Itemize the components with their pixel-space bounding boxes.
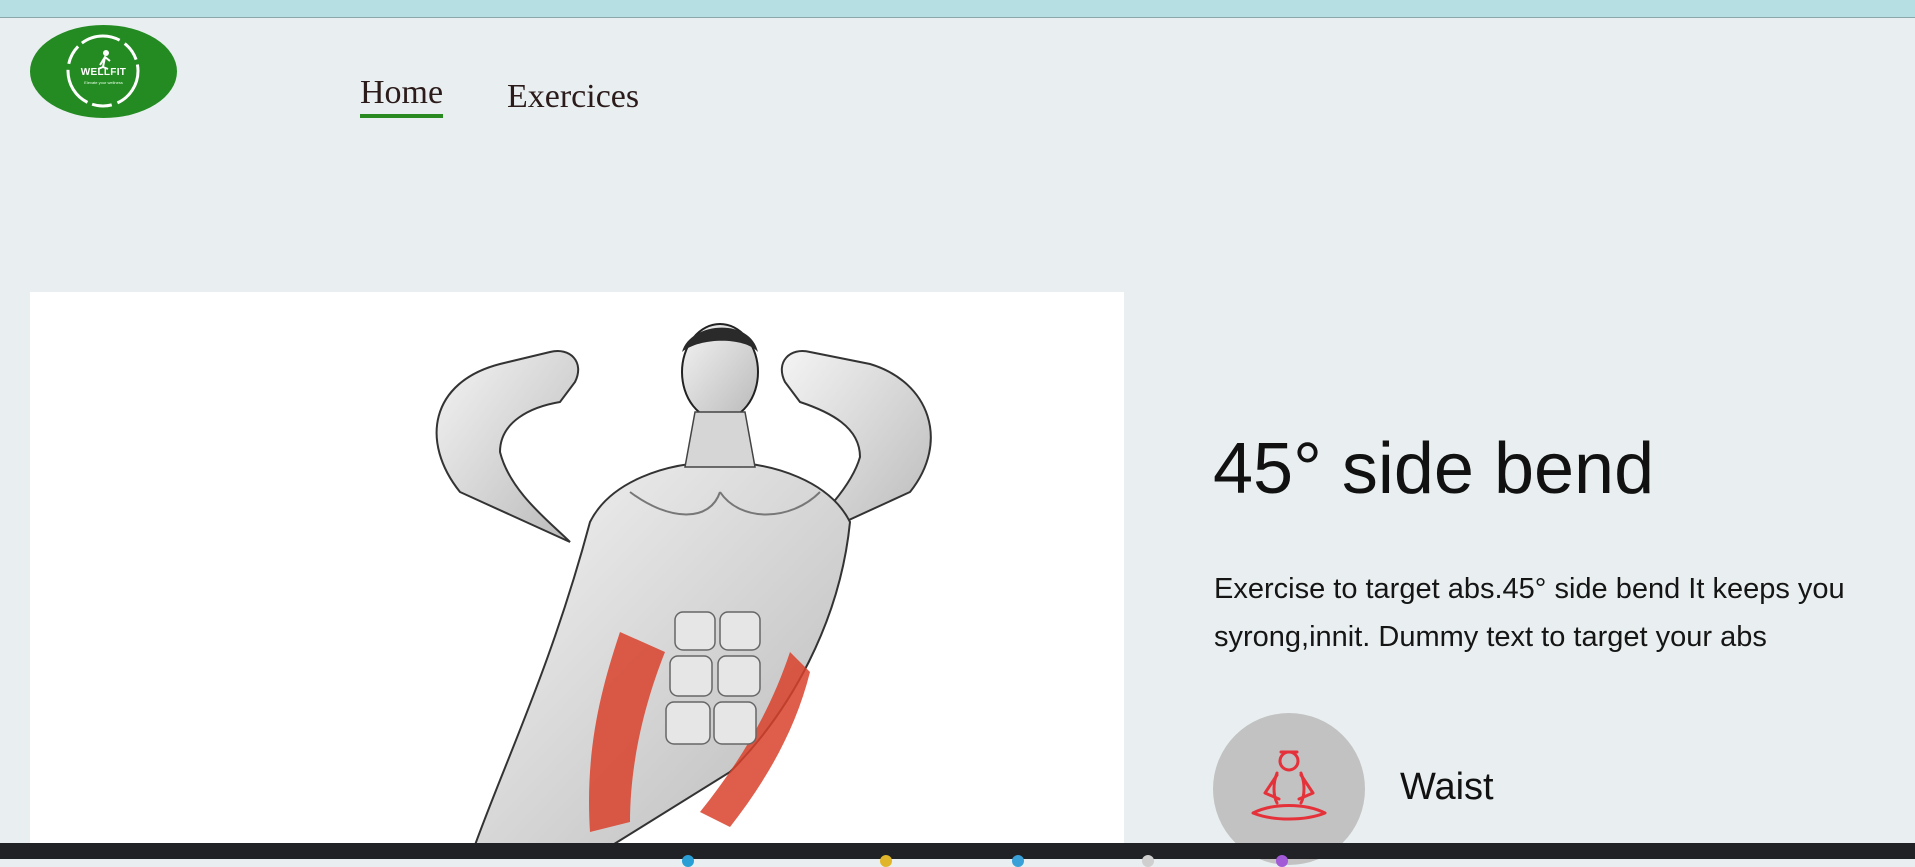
exercise-description: Exercise to target abs.45° side bend It … (1214, 573, 1845, 653)
browser-top-bar (0, 0, 1915, 18)
logo-name: WELLFIT (80, 67, 127, 78)
taskbar-app-icon[interactable] (1142, 855, 1154, 867)
taskbar-app-icon[interactable] (682, 855, 694, 867)
nav-link-home[interactable]: Home (360, 74, 444, 118)
target-muscle-label: Waist (1400, 766, 1494, 808)
exercise-image (30, 292, 1124, 859)
meditation-pose-icon (1251, 750, 1327, 821)
nav-link-exercises[interactable]: Exercices (507, 78, 639, 116)
taskbar-app-icon[interactable] (880, 855, 892, 867)
os-taskbar (0, 843, 1915, 867)
anatomy-figure-illustration (435, 323, 932, 859)
taskbar-app-icon[interactable] (1276, 855, 1288, 867)
taskbar-app-icon[interactable] (1012, 855, 1024, 867)
exercise-title: 45° side bend (1213, 429, 1655, 509)
logo-tagline: Elevate your wellness (84, 80, 123, 85)
wellfit-logo[interactable]: WELLFIT Elevate your wellness (30, 25, 177, 118)
